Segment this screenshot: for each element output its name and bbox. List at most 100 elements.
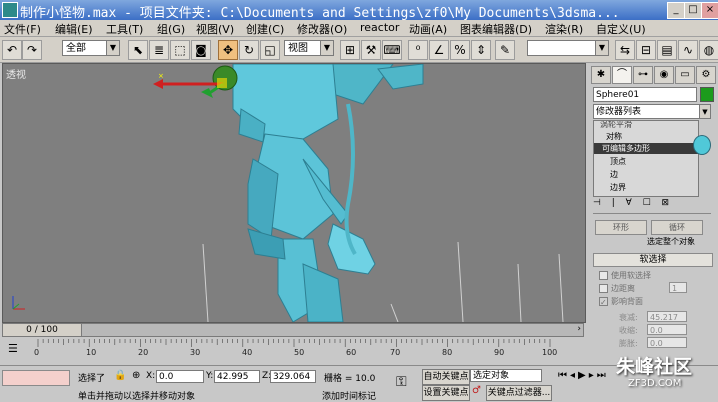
command-panel: ✱ ⌒ ⊶ ◉ ▭ ⚙ Sphere01 修改器列表 ▼ 涡轮平滑 对称 可编辑…	[589, 63, 718, 366]
time-slider[interactable]: 0 / 100 ›	[2, 323, 584, 337]
absolute-mode-icon[interactable]: ⊕	[132, 370, 140, 381]
title-bar: 制作小怪物.max - 项目文件夹: C:\Documents and Sett…	[0, 0, 718, 21]
modifier-list-select[interactable]: 修改器列表 ▼	[593, 104, 711, 119]
menu-rendering[interactable]: 渲染(R)	[545, 21, 583, 37]
perspective-viewport[interactable]: 透视 ×	[2, 63, 586, 323]
pivot-center-icon[interactable]: ⊞	[340, 40, 360, 60]
edge-distance-spinner[interactable]: 1	[669, 282, 687, 293]
select-rotate-icon[interactable]: ↻	[239, 40, 259, 60]
menu-edit[interactable]: 编辑(E)	[55, 21, 93, 37]
stack-item-symmetry[interactable]: 对称	[606, 131, 622, 142]
track-view-icon[interactable]: ☰	[8, 342, 18, 355]
menu-group[interactable]: 组(G)	[157, 21, 185, 37]
chevron-down-icon: ▼	[595, 41, 608, 55]
angle-snap-icon[interactable]: ∠	[429, 40, 449, 60]
y-label: Y:	[206, 371, 214, 381]
spinner-snap-icon[interactable]: ⇕	[471, 40, 491, 60]
menu-customize[interactable]: 自定义(U)	[596, 21, 646, 37]
track-bar[interactable]: ☰ 0 10 20 30 40 50 60 70 80 90 100	[0, 339, 590, 359]
menu-file[interactable]: 文件(F)	[4, 21, 41, 37]
select-move-icon[interactable]: ✥	[218, 40, 238, 60]
keyboard-shortcut-icon[interactable]: ⌨	[382, 40, 402, 60]
select-scale-icon[interactable]: ◱	[260, 40, 280, 60]
use-soft-selection-checkbox[interactable]: 使用软选择	[599, 270, 651, 281]
pinch-spinner[interactable]: 0.0	[647, 324, 687, 335]
motion-tab-icon[interactable]: ◉	[654, 66, 674, 84]
loop-button[interactable]: 循环	[651, 220, 703, 235]
key-mode-select[interactable]: 选定对象	[470, 369, 542, 382]
material-editor-icon[interactable]: ◍	[699, 40, 718, 60]
x-coordinate-field[interactable]: 0.0	[156, 370, 204, 383]
auto-key-button[interactable]: 自动关键点	[422, 369, 470, 385]
named-selection-set-select[interactable]: ▼	[527, 40, 609, 56]
monster-model[interactable]	[232, 64, 424, 322]
object-name-field[interactable]: Sphere01	[593, 87, 697, 102]
falloff-spinner[interactable]: 45.217	[647, 311, 687, 322]
select-manipulate-icon[interactable]: ⚒	[361, 40, 381, 60]
modifier-stack[interactable]: 涡轮平滑 对称 可编辑多边形 顶点 边 边界	[593, 120, 699, 197]
set-key-button[interactable]: 设置关键点	[422, 385, 470, 401]
modify-tab-icon[interactable]: ⌒	[612, 66, 632, 84]
menu-views[interactable]: 视图(V)	[196, 21, 234, 37]
key-filters-button[interactable]: 关键点过滤器...	[486, 385, 552, 401]
z-coordinate-field[interactable]: 329.064	[270, 370, 316, 383]
key-icon[interactable]: ⚿	[396, 374, 407, 390]
stack-item-vertex[interactable]: 顶点	[610, 156, 626, 167]
curve-editor-icon[interactable]: ∿	[678, 40, 698, 60]
y-coordinate-field[interactable]: 42.995	[214, 370, 260, 383]
ring-button[interactable]: 环形	[595, 220, 647, 235]
lock-selection-icon[interactable]: 🔒	[114, 370, 126, 381]
selection-filter-select[interactable]: 全部 ▼	[62, 40, 120, 56]
affect-backfacing-checkbox[interactable]: ✓ 影响背面	[599, 296, 643, 307]
soft-selection-rollout[interactable]: 软选择	[593, 253, 713, 267]
menu-modifiers[interactable]: 修改器(O)	[297, 21, 347, 37]
snaps-toggle-icon[interactable]: ⁰	[408, 40, 428, 60]
time-slider-next-icon[interactable]: ›	[577, 324, 581, 334]
hierarchy-tab-icon[interactable]: ⊶	[633, 66, 653, 84]
time-slider-thumb[interactable]: 0 / 100	[3, 324, 82, 336]
percent-snap-icon[interactable]: %	[450, 40, 470, 60]
minimize-button[interactable]: _	[667, 2, 685, 19]
undo-icon[interactable]: ↶	[2, 40, 22, 60]
mirror-icon[interactable]: ⇆	[615, 40, 635, 60]
layer-manager-icon[interactable]: ▤	[657, 40, 677, 60]
menu-animation[interactable]: 动画(A)	[409, 21, 447, 37]
utilities-tab-icon[interactable]: ⚙	[696, 66, 716, 84]
window-title: 制作小怪物.max - 项目文件夹: C:\Documents and Sett…	[20, 6, 620, 21]
menu-graph-editors[interactable]: 图表编辑器(D)	[460, 21, 532, 37]
edge-distance-checkbox[interactable]: 边距离	[599, 283, 635, 294]
main-toolbar: ↶ ↷ 全部 ▼ ⬉ ≣ ⬚ ◙ ✥ ↻ ◱ 视图 ▼ ⊞ ⚒ ⌨ ⁰ ∠ % …	[0, 37, 718, 63]
bubble-spinner[interactable]: 0.0	[647, 337, 687, 348]
pinch-label: 收缩:	[619, 326, 638, 335]
display-tab-icon[interactable]: ▭	[675, 66, 695, 84]
stack-item-editable-poly[interactable]: 可编辑多边形	[594, 143, 698, 154]
stack-toolbar-icons[interactable]: ⊣ | ∀ ☐ ⊠	[593, 198, 711, 208]
add-time-tag[interactable]: 添加时间标记	[322, 389, 376, 402]
menu-create[interactable]: 创建(C)	[246, 21, 284, 37]
region-select-icon[interactable]: ⬚	[170, 40, 190, 60]
stack-scroll-handle[interactable]	[693, 135, 711, 155]
reference-coordinate-select[interactable]: 视图 ▼	[284, 40, 334, 56]
stack-item-edge[interactable]: 边	[610, 169, 618, 180]
select-by-name-icon[interactable]: ≣	[149, 40, 169, 60]
stack-item-turbosmooth[interactable]: 涡轮平滑	[600, 121, 632, 130]
stack-item-border[interactable]: 边界	[610, 182, 626, 193]
object-color-swatch[interactable]	[700, 87, 714, 102]
window-crossing-icon[interactable]: ◙	[191, 40, 211, 60]
named-selection-icon[interactable]: ✎	[495, 40, 515, 60]
close-button[interactable]: ×	[701, 2, 718, 19]
create-tab-icon[interactable]: ✱	[591, 66, 611, 84]
x-label: X:	[146, 371, 156, 381]
app-icon	[2, 2, 18, 18]
track-tick-label: 20	[138, 348, 149, 357]
menu-reactor[interactable]: reactor	[360, 21, 399, 34]
maximize-button[interactable]: □	[684, 2, 702, 19]
track-tick-label: 80	[442, 348, 453, 357]
select-object-icon[interactable]: ⬉	[128, 40, 148, 60]
key-filter-icon[interactable]: ♂	[472, 385, 481, 396]
chevron-down-icon: ▼	[320, 41, 333, 55]
menu-tools[interactable]: 工具(T)	[106, 21, 143, 37]
align-icon[interactable]: ⊟	[636, 40, 656, 60]
maxscript-listener[interactable]	[2, 370, 70, 386]
redo-icon[interactable]: ↷	[22, 40, 42, 60]
